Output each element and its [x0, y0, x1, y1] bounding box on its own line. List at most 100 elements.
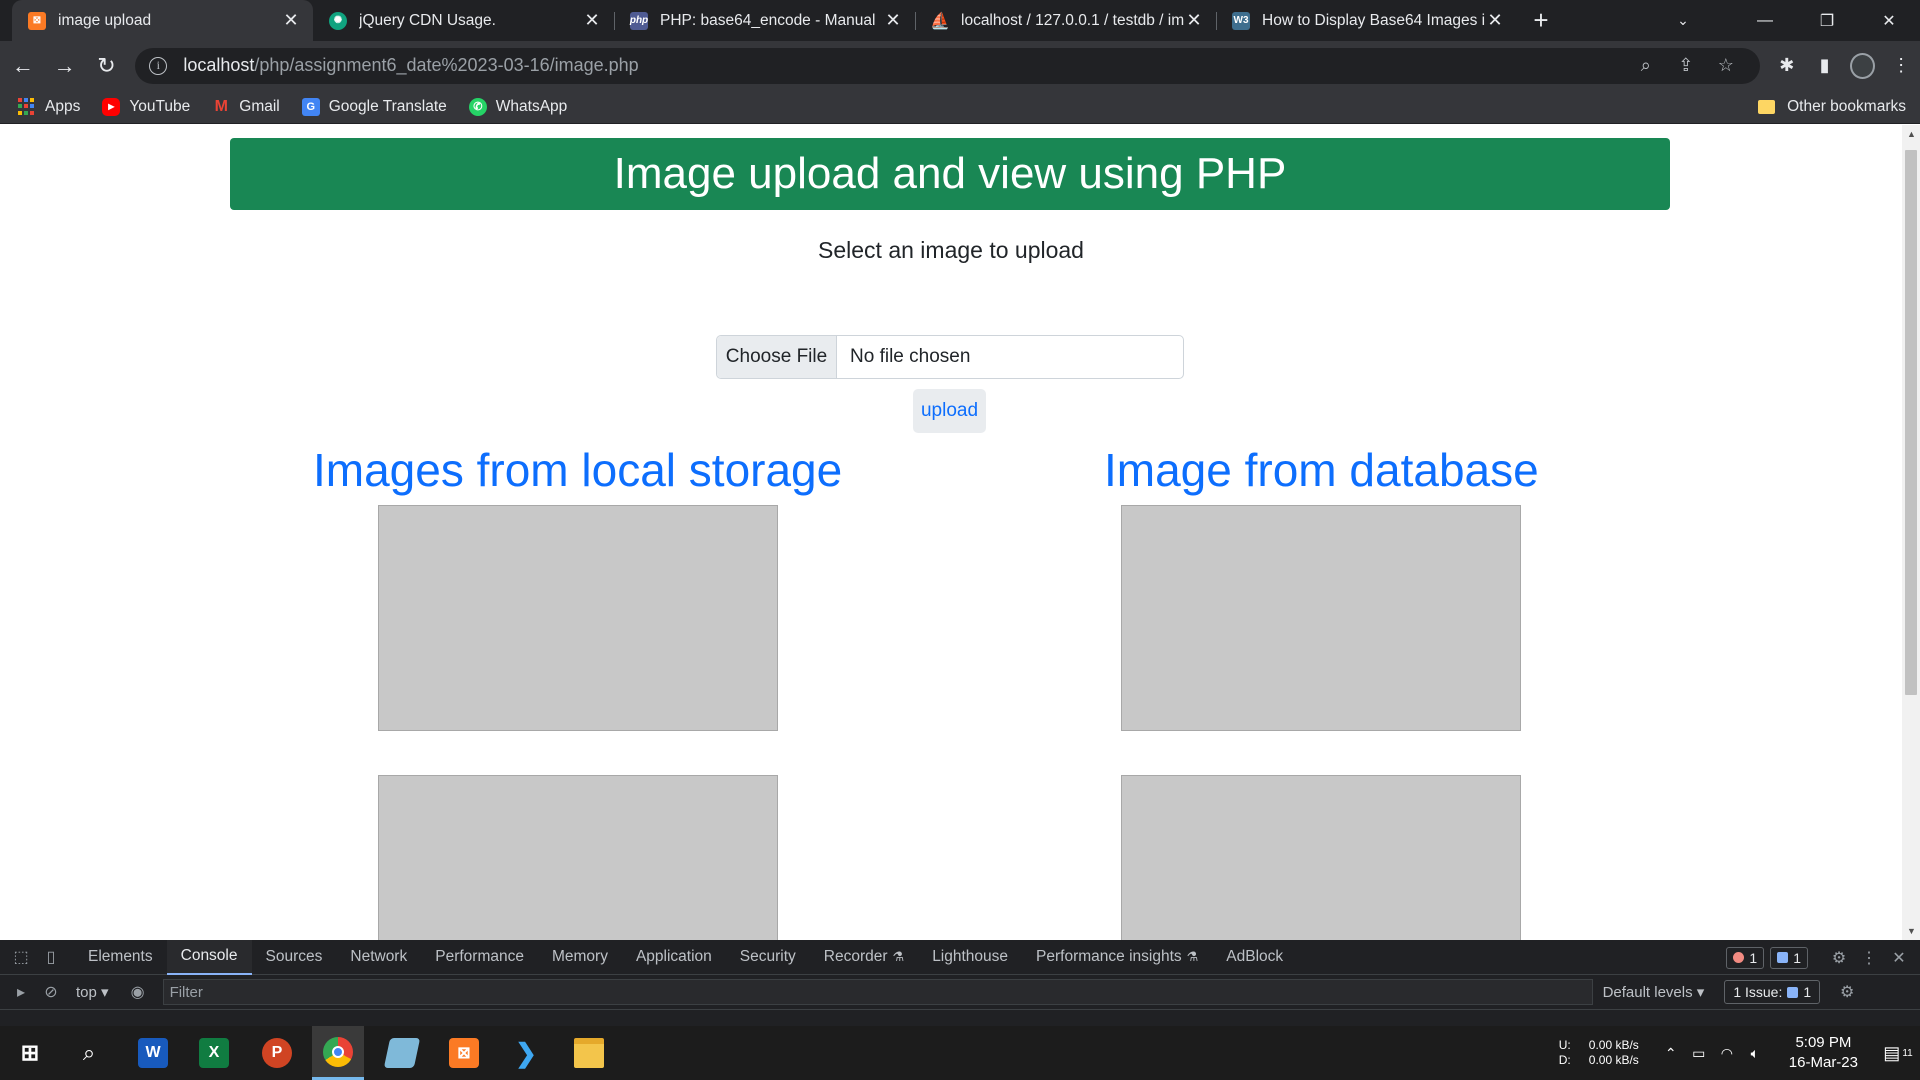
bookmark-whatsapp[interactable]: ✆ WhatsApp — [468, 97, 567, 116]
devtools-actions: 1 1 ⚙ ⋮ ✕ — [1726, 940, 1914, 975]
devtools-tab-security[interactable]: Security — [726, 940, 810, 975]
settings-gear-icon[interactable]: ⚙ — [1824, 943, 1854, 973]
console-filter-input[interactable]: Filter — [162, 979, 1593, 1005]
scroll-up-icon[interactable]: ▲ — [1907, 129, 1916, 139]
notification-center[interactable]: ▤ 11 — [1876, 1026, 1920, 1080]
devtools-tab-sources[interactable]: Sources — [252, 940, 337, 975]
taskbar-excel[interactable]: X — [188, 1026, 240, 1080]
devtools-tab-application[interactable]: Application — [622, 940, 726, 975]
bookmark-apps[interactable]: Apps — [18, 97, 80, 116]
context-label: top — [76, 984, 97, 1001]
devtools-tab-network[interactable]: Network — [336, 940, 421, 975]
device-toolbar-icon[interactable]: ▯ — [36, 942, 66, 972]
devtools-tab-lighthouse[interactable]: Lighthouse — [918, 940, 1022, 975]
extensions-icon[interactable]: ✱ — [1768, 46, 1806, 86]
scrollbar-thumb[interactable] — [1905, 150, 1917, 695]
volume-icon[interactable]: 🔈︎ — [1741, 1039, 1769, 1067]
minimize-icon[interactable]: — — [1734, 0, 1796, 41]
zoom-icon[interactable]: ⌕ — [1626, 51, 1666, 81]
close-tab-icon[interactable]: ✕ — [1184, 10, 1204, 31]
tab-base64-images[interactable]: W3 How to Display Base64 Images in ✕ — [1216, 0, 1517, 41]
console-output[interactable] — [0, 1009, 1920, 1026]
close-tab-icon[interactable]: ✕ — [883, 10, 903, 31]
close-tab-icon[interactable]: ✕ — [582, 10, 602, 31]
taskbar-notepad[interactable] — [376, 1026, 428, 1080]
tab-search-icon[interactable]: ⌄ — [1658, 0, 1708, 41]
new-tab-button[interactable]: + — [1521, 0, 1561, 41]
log-levels-dropdown[interactable]: Default levels ▾ — [1603, 983, 1705, 1001]
chrome-menu-icon[interactable]: ⋮ — [1882, 46, 1920, 86]
taskbar-search[interactable]: ⌕ — [63, 1026, 115, 1080]
devtools-tab-performance-insights[interactable]: Performance insights ⚗ — [1022, 940, 1212, 975]
devtools-tab-memory[interactable]: Memory — [538, 940, 622, 975]
taskbar-vscode[interactable]: ❯ — [500, 1026, 552, 1080]
page-scrollbar[interactable]: ▲ ▼ — [1902, 125, 1920, 940]
console-settings-icon[interactable]: ⚙ — [1832, 977, 1862, 1007]
scroll-down-icon[interactable]: ▼ — [1907, 926, 1916, 936]
file-status: No file chosen — [850, 346, 971, 367]
forward-icon[interactable]: → — [46, 46, 84, 86]
live-expression-eye-icon[interactable]: ◉ — [123, 977, 153, 1007]
profile-avatar[interactable] — [1850, 52, 1876, 79]
close-tab-icon[interactable]: ✕ — [281, 10, 301, 31]
devtools-tab-performance[interactable]: Performance — [421, 940, 538, 975]
download-label: D: — [1558, 1053, 1571, 1067]
flask-icon: ⚗ — [892, 949, 905, 964]
youtube-icon: ▶ — [102, 97, 121, 116]
taskbar-powerpoint[interactable]: P — [251, 1026, 303, 1080]
taskbar-xampp[interactable]: ⊠ — [438, 1026, 490, 1080]
tab-jquery-cdn[interactable]: ✺ jQuery CDN Usage. ✕ — [313, 0, 614, 41]
database-heading: Image from database — [1104, 444, 1539, 496]
sidebar-toggle-icon[interactable]: ▸ — [6, 977, 36, 1007]
gmail-icon: M — [214, 97, 228, 115]
battery-icon[interactable]: ▭ — [1685, 1039, 1713, 1067]
devtools-tab-recorder[interactable]: Recorder ⚗ — [810, 940, 918, 975]
tab-phpmyadmin[interactable]: ⛵ localhost / 127.0.0.1 / testdb / im ✕ — [915, 0, 1216, 41]
devtools-menu-icon[interactable]: ⋮ — [1854, 943, 1884, 973]
inspect-element-icon[interactable]: ⬚ — [6, 942, 36, 972]
address-bar[interactable]: i localhost/php/assignment6_date%2023-03… — [135, 47, 1760, 84]
file-explorer-icon — [574, 1038, 604, 1068]
start-button[interactable]: ⊞ — [4, 1026, 56, 1080]
side-panel-icon[interactable]: ▮ — [1806, 46, 1844, 86]
taskbar-chrome[interactable] — [312, 1026, 364, 1080]
reload-icon[interactable]: ↻ — [88, 46, 126, 86]
devtools-tab-elements[interactable]: Elements — [74, 940, 167, 975]
other-bookmarks[interactable]: Other bookmarks — [1758, 90, 1906, 124]
chevron-down-icon: ▾ — [1696, 984, 1705, 1001]
clock[interactable]: 5:09 PM 16-Mar-23 — [1789, 1033, 1858, 1073]
tab-image-upload[interactable]: ⊠ image upload ✕ — [12, 0, 313, 41]
site-info-icon[interactable]: i — [149, 56, 168, 75]
share-icon[interactable]: ⇪ — [1666, 51, 1706, 81]
clear-console-icon[interactable]: ⊘ — [36, 977, 66, 1007]
maximize-icon[interactable]: ❐ — [1796, 0, 1858, 41]
message-count-badge[interactable]: 1 — [1770, 946, 1808, 969]
upload-button[interactable]: upload — [913, 389, 986, 433]
bookmark-youtube[interactable]: ▶ YouTube — [102, 97, 190, 116]
issues-button[interactable]: 1 Issue: 1 — [1724, 980, 1821, 1004]
back-icon[interactable]: ← — [4, 46, 42, 86]
tab-title: jQuery CDN Usage. — [359, 11, 496, 29]
choose-file-button[interactable]: Choose File — [717, 336, 837, 378]
error-count-badge[interactable]: 1 — [1726, 946, 1765, 969]
file-input[interactable]: Choose File No file chosen — [716, 335, 1184, 379]
database-image-2 — [1121, 775, 1521, 940]
taskbar-file-explorer[interactable] — [563, 1026, 615, 1080]
upload-label: U: — [1558, 1038, 1571, 1052]
close-devtools-icon[interactable]: ✕ — [1884, 943, 1914, 973]
issues-count: 1 — [1803, 984, 1812, 1000]
devtools-tab-console[interactable]: Console — [166, 939, 252, 975]
bookmark-gmail[interactable]: M Gmail — [212, 97, 280, 116]
clock-time: 5:09 PM — [1795, 1034, 1852, 1051]
message-icon — [1777, 952, 1789, 963]
chevron-up-icon[interactable]: ⌃ — [1657, 1039, 1685, 1067]
close-tab-icon[interactable]: ✕ — [1485, 10, 1505, 31]
devtools-tab-adblock[interactable]: AdBlock — [1212, 940, 1297, 975]
taskbar-word[interactable]: W — [127, 1026, 179, 1080]
bookmark-star-icon[interactable]: ☆ — [1706, 51, 1746, 81]
bookmark-google-translate[interactable]: G Google Translate — [301, 97, 447, 116]
tab-php-manual[interactable]: php PHP: base64_encode - Manual ✕ — [614, 0, 915, 41]
close-window-icon[interactable]: ✕ — [1858, 0, 1920, 41]
wifi-icon[interactable]: ◠ — [1713, 1039, 1741, 1067]
context-selector[interactable]: top ▾ — [76, 983, 109, 1001]
